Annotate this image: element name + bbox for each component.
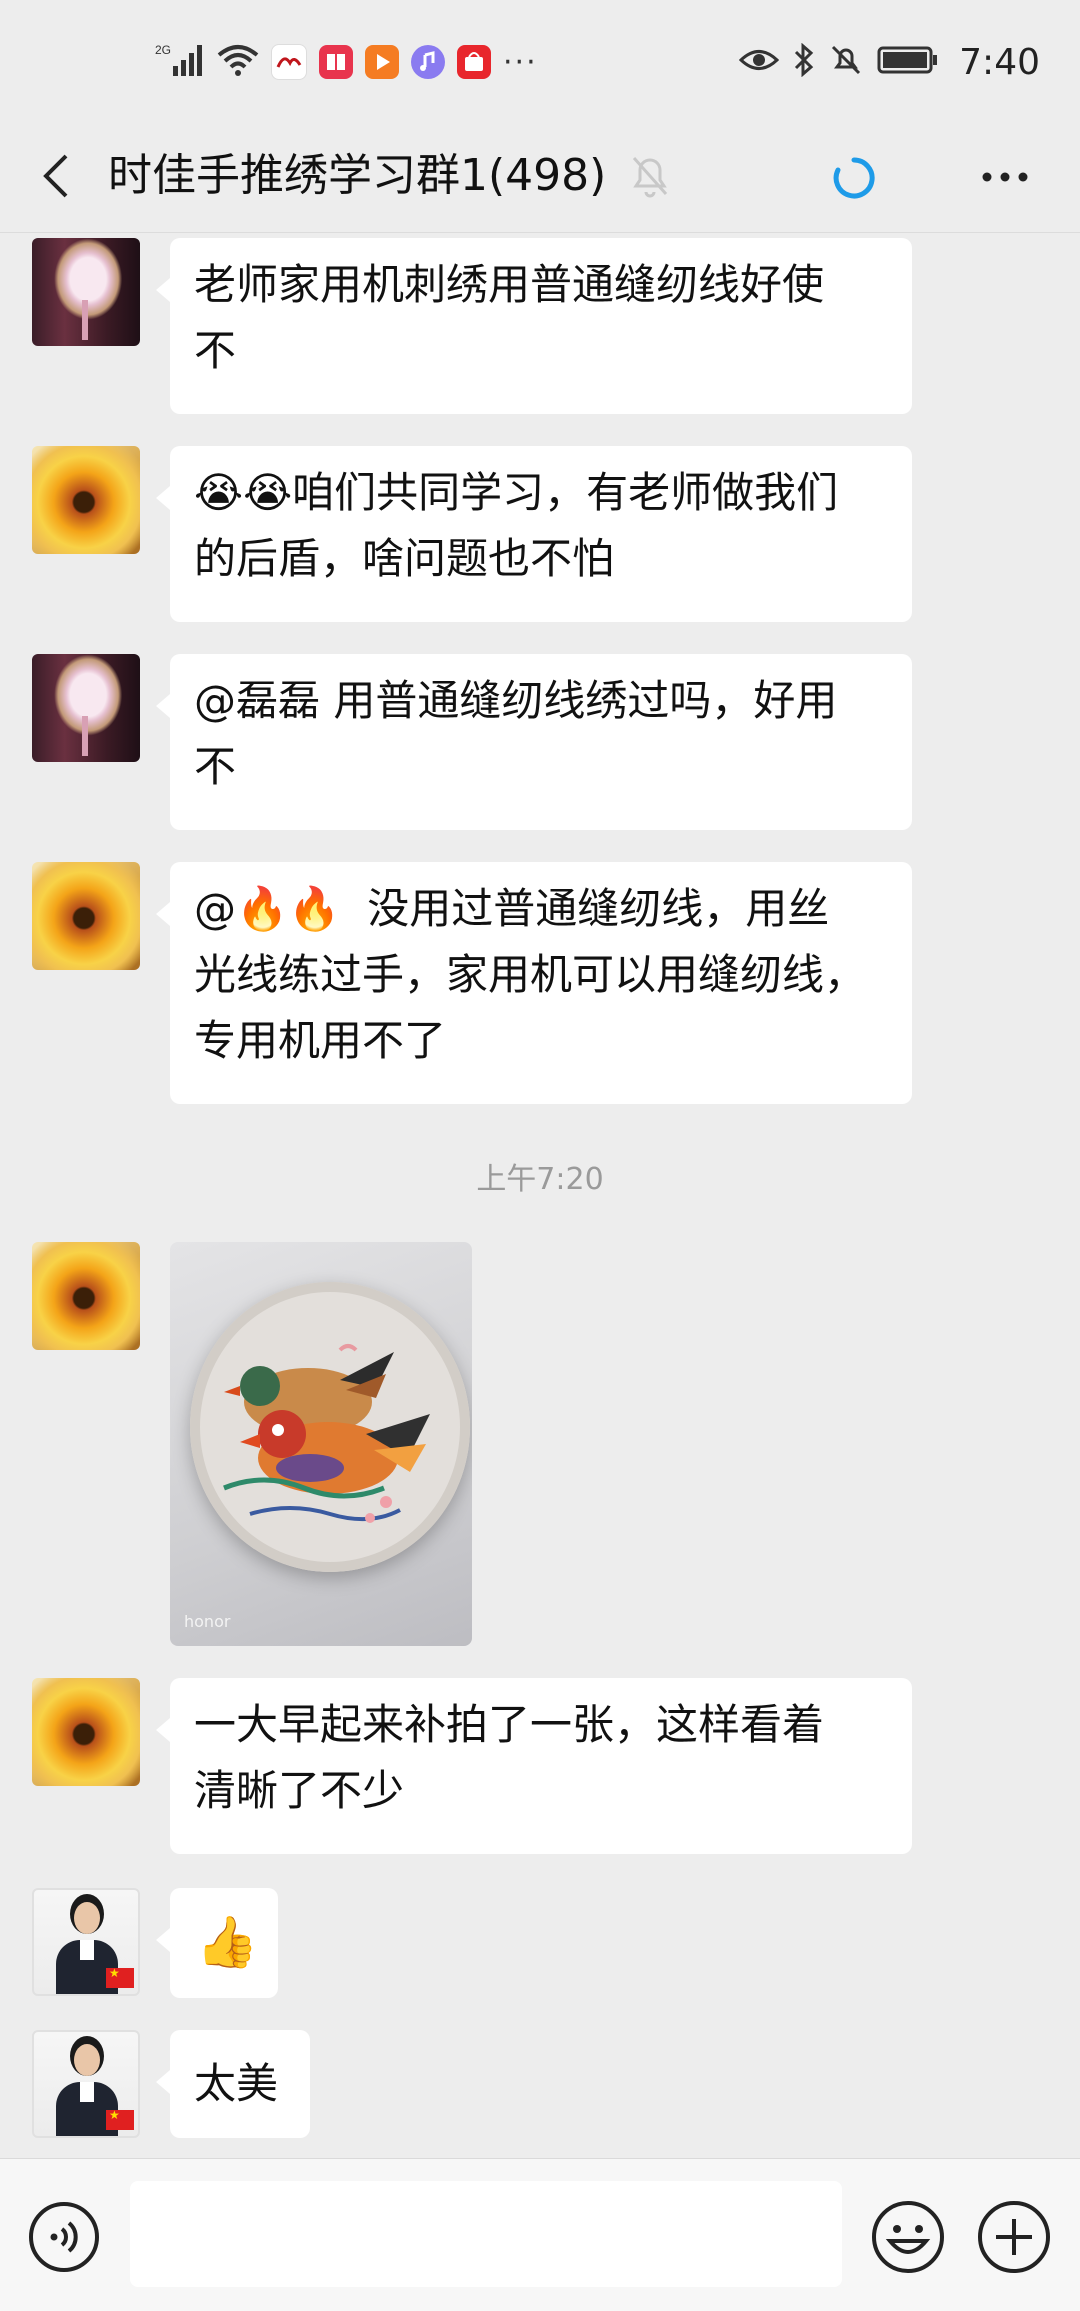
message-text: 不 [194,326,237,375]
smiley-icon [872,2201,944,2273]
news-app-icon [271,44,307,80]
photo-watermark: honor [184,1612,231,1631]
wifi-icon [217,43,259,81]
message-text: 😭😭咱们共同学习，有老师做我们 [194,468,839,517]
status-right: 7:40 [738,38,1040,86]
battery-icon [877,45,939,79]
message-bubble[interactable]: 一大早起来补拍了一张，这样看着 清晰了不少 [156,1678,912,1854]
message-text: 太美 [194,2059,279,2108]
music-app-icon [411,45,445,79]
message-text: 专用机用不了 [194,1016,447,1065]
embroidery-photo[interactable]: honor [170,1242,472,1646]
message-text: 清晰了不少 [194,1766,405,1815]
message-input[interactable] [130,2181,842,2287]
chevron-left-icon [43,154,68,198]
avatar[interactable] [32,446,140,554]
voice-button[interactable] [28,2201,100,2273]
status-left: 2G ··· [155,38,538,86]
more-notifications-icon: ··· [503,44,538,80]
clock: 7:40 [959,41,1040,83]
input-bar [0,2158,1080,2311]
mute-bell-icon [628,150,672,200]
message-bubble[interactable]: @磊磊 用普通缝纫线绣过吗，好用 不 [156,654,912,830]
message-bubble[interactable]: 太美 [156,2030,310,2138]
message-bubble[interactable]: @🔥🔥 没用过普通缝纫线，用丝 光线练过手，家用机可以用缝纫线， 专用机用不了 [156,862,912,1104]
message-text: 老师家用机刺绣用普通缝纫线好使 [194,260,825,309]
bell-off-icon [829,43,863,81]
emoji-button[interactable] [870,2199,946,2275]
status-bar: 2G ··· 7:40 [0,0,1080,120]
message-text: 不 [194,742,237,791]
mention[interactable]: @🔥🔥 [194,884,341,933]
message-text: 一大早起来补拍了一张，这样看着 [194,1700,825,1749]
crying-emoji-icon: 😭😭 [194,468,293,517]
message-text: @🔥🔥 没用过普通缝纫线，用丝 [194,884,830,933]
avatar[interactable] [32,862,140,970]
thumbs-up-icon: 👍 [196,1913,259,1971]
message-bubble[interactable]: 😭😭咱们共同学习，有老师做我们 的后盾，啥问题也不怕 [156,446,912,622]
message-text: @磊磊 用普通缝纫线绣过吗，好用 [194,676,838,725]
message-bubble[interactable]: 👍 [156,1888,278,1998]
plus-button[interactable] [976,2199,1052,2275]
avatar[interactable] [32,238,140,346]
avatar[interactable] [32,1242,140,1350]
store-app-icon [457,45,491,79]
timestamp: 上午7:20 [476,1162,604,1197]
more-dots-icon [982,172,1028,182]
avatar[interactable] [32,1888,140,1996]
eye-icon [738,45,780,79]
loading-spinner-icon [832,156,876,200]
chat-title: 时佳手推绣学习群1(498) [108,150,607,201]
signal-icon: 2G [155,42,205,82]
embroidery-hoop [190,1282,470,1572]
back-button[interactable] [30,146,90,206]
more-options-button[interactable] [975,152,1035,202]
message-bubble[interactable]: 老师家用机刺绣用普通缝纫线好使 不 [156,238,912,414]
video-app-icon [365,45,399,79]
avatar[interactable] [32,654,140,762]
plus-icon [978,2201,1050,2273]
message-text: 的后盾，啥问题也不怕 [194,534,615,583]
mandarin-ducks-embroidery [223,1344,430,1523]
message-text: 光线练过手，家用机可以用缝纫线， [194,950,867,999]
book-app-icon [319,45,353,79]
bluetooth-icon [793,42,815,81]
avatar[interactable] [32,2030,140,2138]
avatar[interactable] [32,1678,140,1786]
voice-icon [29,2202,99,2272]
svg-text:2G: 2G [155,43,171,57]
chat-header: 时佳手推绣学习群1(498) [0,120,1080,233]
